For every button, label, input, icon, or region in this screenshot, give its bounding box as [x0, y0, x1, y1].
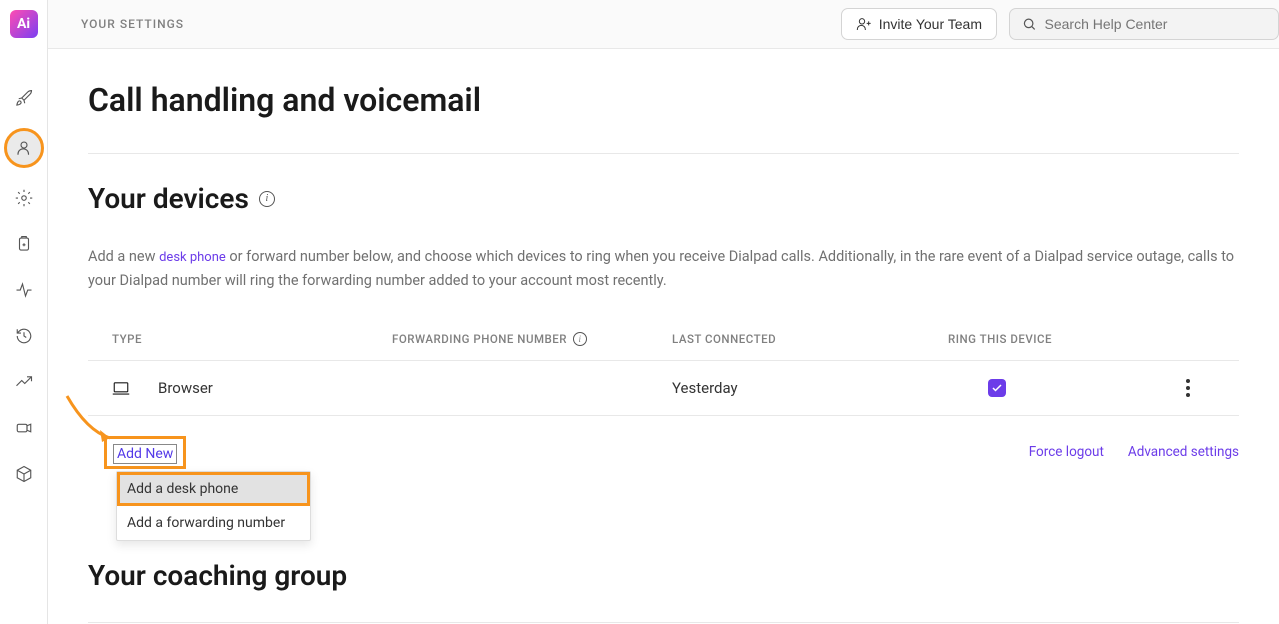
sidebar-item-settings[interactable] — [8, 182, 40, 214]
sidebar-item-user[interactable] — [4, 128, 44, 168]
row-more-menu[interactable] — [1186, 379, 1190, 397]
invite-team-button[interactable]: Invite Your Team — [841, 8, 997, 40]
app-logo[interactable]: Ai — [10, 10, 38, 38]
advanced-settings-link[interactable]: Advanced settings — [1128, 444, 1239, 460]
info-icon[interactable]: i — [259, 191, 275, 207]
sidebar-item-package[interactable] — [8, 458, 40, 490]
info-icon[interactable]: i — [573, 332, 587, 346]
force-logout-link[interactable]: Force logout — [1029, 444, 1104, 460]
trending-icon — [15, 373, 33, 391]
sidebar-item-history[interactable] — [8, 320, 40, 352]
devices-table: TYPE FORWARDING PHONE NUMBERi LAST CONNE… — [88, 322, 1239, 416]
sidebar-item-trending[interactable] — [8, 366, 40, 398]
sidebar-item-clipboard[interactable] — [8, 228, 40, 260]
col-last: LAST CONNECTED — [672, 332, 948, 346]
dropdown-add-desk-phone[interactable]: Add a desk phone — [117, 472, 310, 506]
col-type: TYPE — [112, 332, 392, 346]
laptop-icon — [112, 381, 130, 395]
table-header: TYPE FORWARDING PHONE NUMBERi LAST CONNE… — [88, 322, 1239, 361]
gear-icon — [15, 189, 33, 207]
search-input[interactable] — [1045, 16, 1266, 32]
sidebar-item-activity[interactable] — [8, 274, 40, 306]
ring-device-checkbox[interactable] — [988, 379, 1006, 397]
sidebar-item-rocket[interactable] — [8, 82, 40, 114]
device-name: Browser — [158, 379, 213, 397]
package-icon — [15, 465, 33, 483]
search-icon — [1022, 16, 1037, 32]
col-fwd: FORWARDING PHONE NUMBERi — [392, 332, 672, 346]
actions-row: Add New Force logout Advanced settings — [88, 416, 1239, 479]
sidebar: Ai — [0, 0, 48, 624]
user-icon — [15, 139, 33, 157]
rocket-icon — [15, 89, 33, 107]
dropdown-add-forwarding-number[interactable]: Add a forwarding number — [117, 506, 310, 540]
invite-team-label: Invite Your Team — [879, 16, 982, 32]
add-new-highlight: Add New — [104, 436, 186, 469]
add-new-dropdown: Add a desk phone Add a forwarding number — [116, 471, 311, 541]
col-ring: RING THIS DEVICE — [948, 332, 1168, 346]
activity-icon — [15, 281, 33, 299]
clipboard-icon — [15, 235, 33, 253]
check-icon — [991, 382, 1003, 394]
page-title: Call handling and voicemail — [88, 81, 1239, 119]
devices-description: Add a new desk phone or forward number b… — [88, 245, 1239, 292]
search-box[interactable] — [1009, 8, 1279, 40]
user-plus-icon — [856, 16, 872, 32]
video-icon — [15, 419, 33, 437]
sidebar-item-video[interactable] — [8, 412, 40, 444]
device-last-connected: Yesterday — [672, 379, 948, 397]
desk-phone-link[interactable]: desk phone — [159, 250, 226, 265]
add-new-button[interactable]: Add New — [113, 444, 177, 464]
table-row: Browser Yesterday — [88, 361, 1239, 416]
breadcrumb: YOUR SETTINGS — [81, 17, 184, 31]
history-icon — [15, 327, 33, 345]
topbar: YOUR SETTINGS Invite Your Team — [48, 0, 1279, 49]
devices-title: Your devices — [88, 182, 249, 215]
coaching-title: Your coaching group — [88, 559, 1239, 592]
